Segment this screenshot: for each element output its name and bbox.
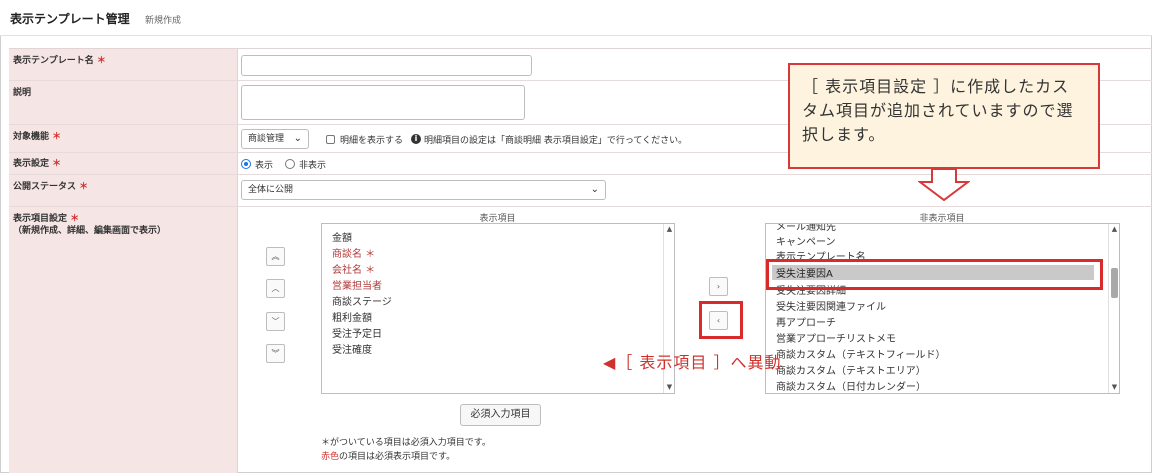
list-item[interactable]: 粗利金額: [332, 309, 372, 324]
field-label: 公開ステータス ＊: [13, 182, 89, 192]
scroll-thumb[interactable]: [1111, 268, 1118, 298]
page-title: 表示テンプレート管理: [10, 12, 130, 26]
chevron-down-icon: ⌄: [590, 184, 599, 195]
row-display-items: 表示項目設定 ＊（新規作成、詳細、編集画面で表示） 表示項目 金額 商談名 ＊ …: [9, 207, 1152, 473]
list-item[interactable]: 会社名 ＊: [332, 261, 375, 276]
field-label: 説明: [13, 88, 32, 98]
info-text: 明細項目の設定は「商談明細 表示項目設定」で行ってください。: [424, 136, 688, 146]
radio-show[interactable]: [241, 159, 251, 169]
radio-hide[interactable]: [285, 159, 295, 169]
list-item[interactable]: 受注予定日: [332, 325, 382, 340]
row-public-status: 公開ステータス ＊ 全体に公開 ⌄: [9, 175, 1152, 207]
down-icon: ﹀: [271, 317, 280, 326]
show-detail-checkbox[interactable]: [326, 135, 335, 144]
description-textarea[interactable]: [241, 85, 525, 120]
checkbox-label: 明細を表示する: [340, 136, 404, 146]
move-down-button[interactable]: ﹀: [266, 312, 285, 331]
field-label: 表示設定 ＊: [13, 159, 62, 169]
scroll-up-icon[interactable]: ▲: [1109, 224, 1119, 235]
chevron-down-icon: ⌄: [293, 133, 302, 144]
highlight-move-button: [699, 301, 743, 339]
required-items-button[interactable]: 必須入力項目: [460, 404, 541, 426]
scroll-up-icon[interactable]: ▲: [664, 224, 674, 235]
list-item[interactable]: キャンペーン: [776, 233, 836, 248]
list-item[interactable]: 商談カスタム（テキストフィールド）: [776, 346, 946, 361]
target-select[interactable]: 商談管理 ⌄: [241, 129, 309, 149]
field-label: 対象機能 ＊: [13, 132, 62, 142]
list-item[interactable]: メール通知先: [776, 224, 836, 233]
move-bottom-button[interactable]: ︾: [266, 344, 285, 363]
move-to-shown-right-button[interactable]: ›: [709, 277, 728, 296]
list-item[interactable]: 商談カスタム（日付カレンダー）: [776, 378, 926, 393]
list-item[interactable]: 再アプローチ: [776, 314, 836, 329]
move-top-button[interactable]: ︽: [266, 247, 285, 266]
label-cell: 表示テンプレート名 ＊: [9, 49, 238, 80]
page-subtitle: 新規作成: [145, 16, 182, 26]
radio-hide-label: 非表示: [299, 161, 327, 171]
move-note: ◀［ 表示項目 ］へ異動: [603, 353, 782, 372]
list-item[interactable]: 営業担当者: [332, 277, 382, 292]
list-item[interactable]: 受失注要因関連ファイル: [776, 298, 886, 313]
label-cell: 公開ステータス ＊: [9, 175, 238, 206]
double-down-icon: ︾: [271, 349, 280, 358]
list-item[interactable]: 商談カスタム（テキストエリア）: [776, 362, 926, 377]
hidden-items-list[interactable]: メール通知先 キャンペーン 表示テンプレート名 受失注要因A 受失注要因詳細 受…: [765, 223, 1120, 394]
list-item[interactable]: 商談名 ＊: [332, 245, 375, 260]
move-right-icon: ›: [716, 282, 721, 291]
label-cell: 表示項目設定 ＊（新規作成、詳細、編集画面で表示）: [9, 207, 238, 473]
info-icon: i: [411, 134, 421, 144]
list-item[interactable]: 金額: [332, 229, 352, 244]
label-cell: 表示設定 ＊: [9, 153, 238, 174]
scrollbar[interactable]: ▲ ▼: [1108, 224, 1119, 393]
public-status-select[interactable]: 全体に公開 ⌄: [241, 180, 606, 200]
field-label: 表示項目設定 ＊（新規作成、詳細、編集画面で表示）: [13, 214, 167, 236]
highlight-selected-item: [766, 259, 1103, 290]
list-item[interactable]: 受注確度: [332, 341, 372, 356]
scroll-down-icon[interactable]: ▼: [664, 382, 674, 393]
note-required: ＊がついている項目は必須入力項目です。: [321, 438, 491, 448]
list-item[interactable]: 営業アプローチリストメモ: [776, 330, 896, 345]
radio-show-label: 表示: [255, 161, 274, 171]
template-name-input[interactable]: [241, 55, 532, 76]
instruction-callout: ［ 表示項目設定 ］に作成したカスタム項目が追加されていますので選択します。: [788, 63, 1100, 169]
up-icon: ︿: [271, 284, 280, 293]
label-cell: 説明: [9, 81, 238, 124]
field-label: 表示テンプレート名 ＊: [13, 56, 106, 66]
note-red-items: 赤色の項目は必須表示項目です。: [321, 452, 456, 462]
page-header: 表示テンプレート管理 新規作成: [0, 0, 1152, 36]
label-cell: 対象機能 ＊: [9, 125, 238, 152]
double-up-icon: ︽: [271, 252, 280, 261]
move-up-button[interactable]: ︿: [266, 279, 285, 298]
list-item[interactable]: 商談ステージ: [332, 293, 392, 308]
callout-text: ［ 表示項目設定 ］に作成したカスタム項目が追加されていますので選択します。: [802, 77, 1074, 144]
scroll-down-icon[interactable]: ▼: [1109, 382, 1119, 393]
arrow-down-icon: [918, 169, 970, 201]
